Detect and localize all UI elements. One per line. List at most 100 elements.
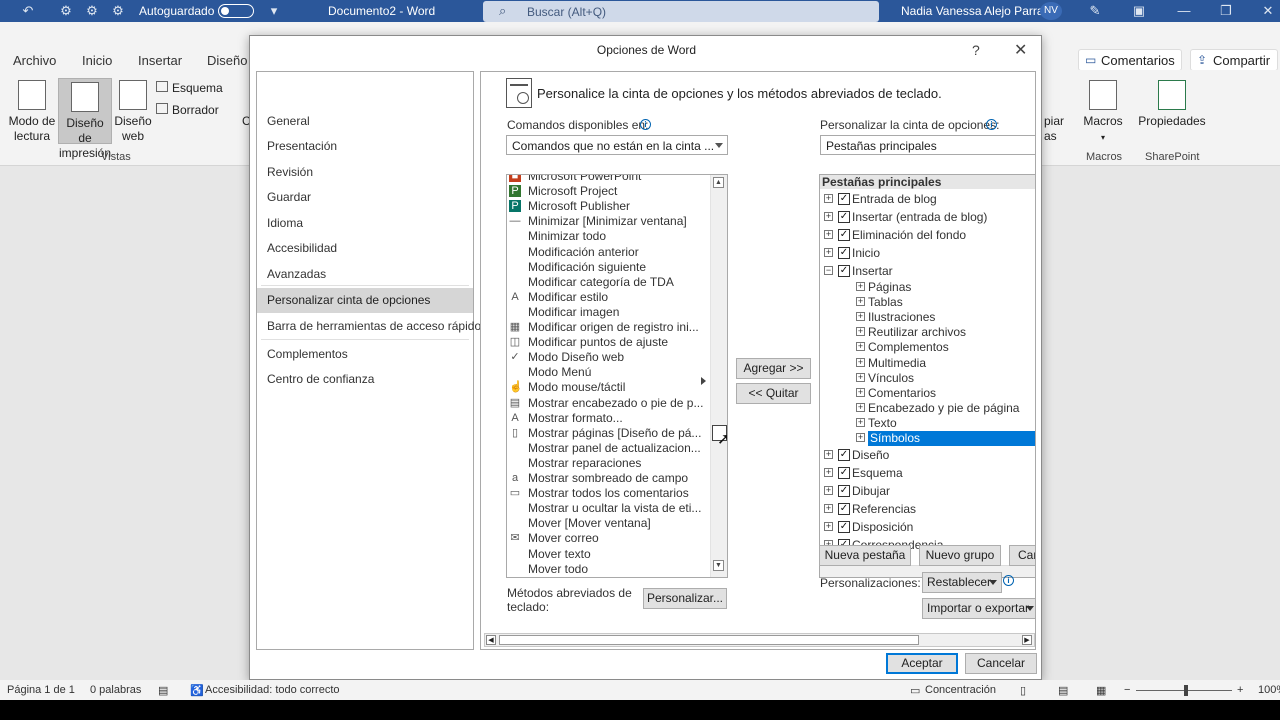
scroll-up-icon[interactable]: ▲ (713, 177, 724, 188)
tab-checkbox[interactable]: ✓ (838, 229, 850, 241)
tree-tab-item[interactable]: + ✓ Dibujar (820, 482, 1035, 500)
tree-tab-item[interactable]: + ✓ Referencias (820, 500, 1035, 518)
import-export-button[interactable]: Importar o exportar (922, 598, 1035, 619)
print-layout-icon[interactable]: ▤ (1058, 684, 1068, 697)
expand-icon[interactable]: + (824, 248, 833, 257)
proofing-icon[interactable]: ▤ (158, 684, 168, 697)
command-list-item[interactable]: Minimizar todo (507, 229, 712, 244)
new-tab-button[interactable]: Nueva pestaña (819, 545, 911, 566)
tree-tab-item[interactable]: + ✓ Inicio (820, 244, 1035, 262)
command-list-item[interactable]: a Mostrar sombreado de campo (507, 471, 712, 486)
tab-checkbox[interactable]: ✓ (838, 211, 850, 223)
command-list-item[interactable]: Mover texto (507, 547, 712, 562)
expand-icon[interactable]: + (856, 372, 865, 382)
zoom-level[interactable]: 100% (1258, 684, 1280, 696)
tree-tab-item[interactable]: + ✓ Diseño (820, 446, 1035, 464)
tab-checkbox[interactable]: ✓ (838, 265, 850, 277)
accessibility-status[interactable]: Accesibilidad: todo correcto (205, 684, 340, 696)
tree-tab-item[interactable]: − ✓ Insertar (820, 262, 1035, 280)
tree-group-item[interactable]: + Texto (820, 416, 1035, 431)
customize-quick-access-icon[interactable]: ▾ (266, 3, 282, 19)
properties-button[interactable]: Propiedades (1138, 80, 1206, 144)
autosave-toggle[interactable] (218, 4, 254, 18)
tree-group-item[interactable]: + Reutilizar archivos (820, 325, 1035, 340)
print-layout-button[interactable]: Diseño de impresión (58, 78, 112, 160)
expand-icon[interactable]: + (856, 327, 865, 337)
outline-button[interactable]: Esquema (156, 81, 223, 95)
collapse-icon[interactable]: − (824, 266, 833, 275)
tab-checkbox[interactable]: ✓ (838, 193, 850, 205)
hscroll-thumb[interactable] (499, 635, 919, 645)
zoom-out-icon[interactable]: − (1124, 684, 1130, 696)
tree-group-item[interactable]: + Complementos (820, 340, 1035, 355)
tree-group-item[interactable]: + Páginas (820, 280, 1035, 295)
read-mode-button[interactable]: Modo de lectura (6, 80, 58, 144)
quick-access-icon[interactable]: ⚙ (58, 3, 74, 19)
command-list-item[interactable]: ◫ Modificar puntos de ajuste (507, 335, 712, 350)
expand-icon[interactable]: + (856, 417, 865, 427)
command-list-item[interactable]: Mover todo (507, 562, 712, 577)
command-list-item[interactable]: ✓ Modo Diseño web (507, 350, 712, 365)
nav-item-accesibilidad[interactable]: Accesibilidad (257, 236, 473, 261)
expand-icon[interactable]: + (856, 387, 865, 397)
expand-icon[interactable]: + (824, 450, 833, 460)
draft-button[interactable]: Borrador (156, 103, 219, 117)
minimize-icon[interactable]: — (1176, 3, 1192, 19)
close-icon[interactable]: ✕ (1260, 3, 1276, 19)
command-list-item[interactable]: Modificación anterior (507, 245, 712, 260)
tab-archivo[interactable]: Archivo (13, 53, 56, 68)
expand-icon[interactable]: + (824, 468, 833, 478)
customize-select[interactable]: Pestañas principales (820, 135, 1035, 155)
page-count[interactable]: Página 1 de 1 (7, 684, 75, 696)
commands-scrollbar[interactable]: ▲ ▼ (710, 175, 727, 577)
expand-icon[interactable]: + (856, 312, 865, 322)
tab-diseno[interactable]: Diseño (207, 53, 247, 68)
ribbon-tree[interactable]: Pestañas principales + ✓ Entrada de blog + ✓… (819, 174, 1035, 578)
tab-checkbox[interactable]: ✓ (838, 521, 850, 534)
quick-access-icon-3[interactable]: ⚙ (110, 3, 126, 19)
scroll-left-icon[interactable]: ◀ (486, 635, 496, 645)
nav-item-idioma[interactable]: Idioma (257, 211, 473, 236)
rename-button[interactable]: Cambiar nombre... (1009, 545, 1035, 566)
command-list-item[interactable]: ■ Microsoft PowerPoint (507, 175, 712, 184)
command-list-item[interactable]: ✉ Mover correo (507, 531, 712, 546)
command-list-item[interactable]: ▤ Mostrar encabezado o pie de p... (507, 396, 712, 411)
reset-button[interactable]: Restablecer (922, 572, 1002, 593)
nav-item-acceso-rapido[interactable]: Barra de herramientas de acceso rápido (257, 314, 481, 339)
nav-item-revision[interactable]: Revisión (257, 160, 473, 185)
command-list-item[interactable]: ▯ Mostrar páginas [Diseño de pá... (507, 426, 712, 441)
search-box[interactable]: ⌕ Buscar (Alt+Q) (483, 1, 879, 22)
tab-inicio[interactable]: Inicio (82, 53, 112, 68)
web-layout-button[interactable]: Diseño web (114, 80, 152, 144)
tree-tab-item[interactable]: + ✓ Esquema (820, 464, 1035, 482)
tree-group-item[interactable]: + Comentarios (820, 386, 1035, 401)
command-list-item[interactable]: Mostrar reparaciones (507, 456, 712, 471)
tree-tab-item[interactable]: + ✓ Disposición (820, 518, 1035, 536)
undo-icon[interactable]: ↶ (20, 3, 36, 19)
command-list-item[interactable]: Modo Menú (507, 365, 712, 380)
dialog-close-button[interactable]: ✕ (1014, 40, 1027, 60)
tree-group-item[interactable]: + Símbolos (820, 431, 1035, 446)
info-icon[interactable]: i (986, 119, 997, 130)
expand-icon[interactable]: + (856, 297, 865, 307)
ok-button[interactable]: Aceptar (886, 653, 958, 674)
comments-button[interactable]: ▭ Comentarios (1078, 49, 1182, 71)
new-group-button[interactable]: Nuevo grupo (919, 545, 1001, 566)
command-list-item[interactable]: ▭ Mostrar todos los comentarios (507, 486, 712, 501)
commands-source-select[interactable]: Comandos que no están en la cinta ... (506, 135, 728, 155)
expand-icon[interactable]: + (824, 194, 833, 203)
tree-group-item[interactable]: + Ilustraciones (820, 310, 1035, 325)
ribbon-display-icon[interactable]: ▣ (1131, 3, 1147, 19)
tab-checkbox[interactable]: ✓ (838, 485, 850, 498)
expand-icon[interactable]: + (824, 522, 833, 532)
command-list-item[interactable]: Modificación siguiente (507, 260, 712, 275)
command-list-item[interactable]: — Minimizar [Minimizar ventana] (507, 214, 712, 229)
nav-item-centro-confianza[interactable]: Centro de confianza (257, 367, 473, 392)
tree-tab-item[interactable]: + ✓ Insertar (entrada de blog) (820, 208, 1035, 226)
nav-item-avanzadas[interactable]: Avanzadas (257, 262, 473, 287)
commands-list[interactable]: ▲ ▼ ➚ ■ Microsoft PowerPoint P Microsoft Pr… (506, 174, 728, 578)
command-list-item[interactable]: P Microsoft Publisher (507, 199, 712, 214)
nav-item-personalizar-cinta[interactable]: Personalizar cinta de opciones (257, 288, 473, 313)
command-list-item[interactable]: Modificar categoría de TDA (507, 275, 712, 290)
focus-button[interactable]: Concentración (925, 684, 996, 696)
